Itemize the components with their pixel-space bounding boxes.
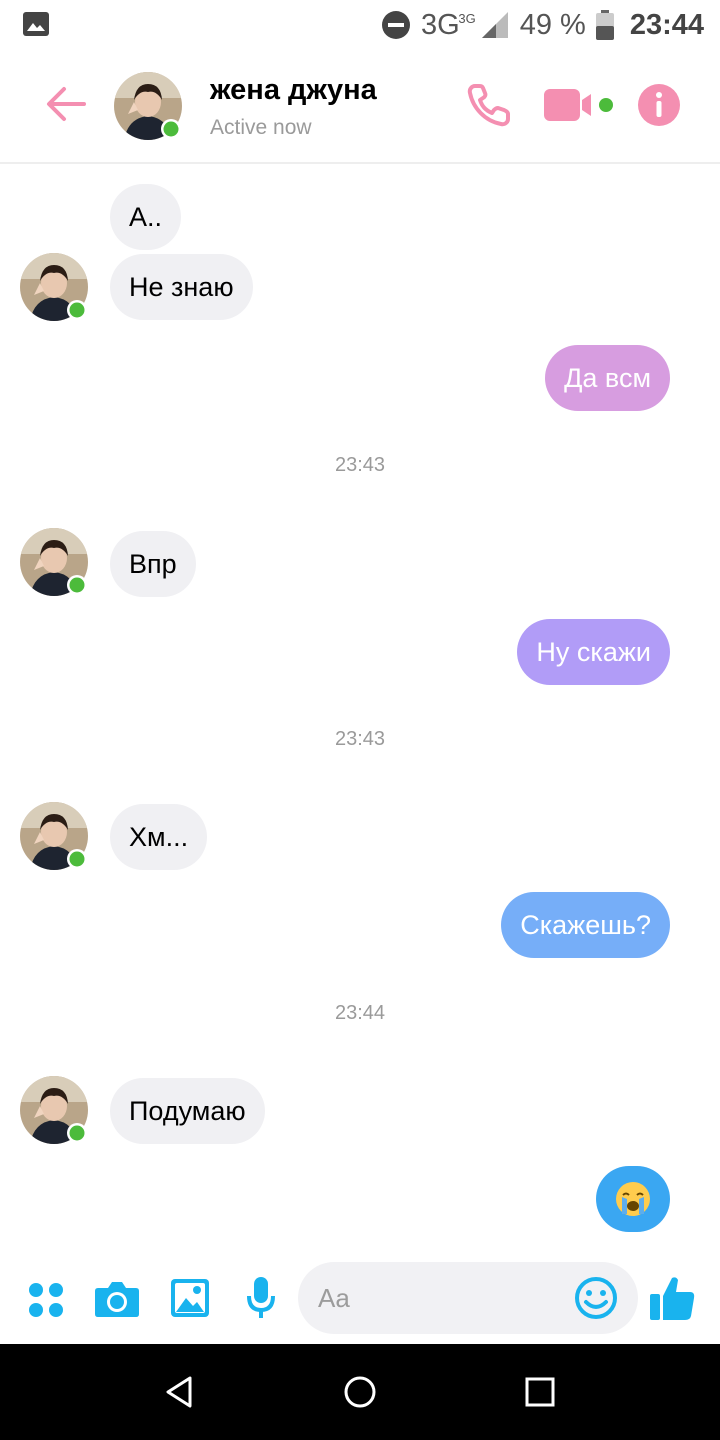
crying-face-emoji-icon: [616, 1182, 650, 1216]
incoming-message[interactable]: Хм...: [110, 804, 208, 870]
outgoing-message[interactable]: Ну скажи: [517, 619, 670, 685]
contact-avatar[interactable]: [20, 528, 88, 596]
contact-name[interactable]: жена джуна: [210, 74, 377, 107]
network-type: 3G 3G: [421, 8, 476, 41]
contact-avatar[interactable]: [20, 802, 88, 870]
gallery-notification-icon: [23, 12, 49, 36]
conversation-header: жена джуна Active now: [0, 50, 720, 164]
back-arrow-icon[interactable]: [44, 82, 88, 126]
active-status: Active now: [210, 116, 312, 139]
battery-percent: 49 %: [519, 8, 586, 41]
message-composer: [0, 1256, 720, 1344]
incoming-message[interactable]: Подумаю: [110, 1078, 265, 1144]
incoming-message[interactable]: А..: [110, 184, 182, 250]
timestamp: 23:43: [334, 728, 386, 750]
signal-icon: [481, 12, 508, 38]
timestamp: 23:43: [334, 454, 386, 476]
battery-icon: [595, 10, 614, 40]
system-navigation-bar: [0, 1344, 720, 1440]
status-right: 3G 3G 49 % 23:44: [381, 6, 704, 44]
microphone-icon[interactable]: [246, 1276, 276, 1320]
back-nav-icon[interactable]: [162, 1374, 198, 1410]
contact-avatar[interactable]: [20, 1076, 88, 1144]
phone-icon[interactable]: [466, 82, 512, 128]
camera-icon[interactable]: [94, 1278, 140, 1318]
outgoing-emoji-message[interactable]: [596, 1166, 670, 1232]
message-input[interactable]: [318, 1262, 568, 1334]
home-nav-icon[interactable]: [342, 1374, 378, 1410]
outgoing-message[interactable]: Скажешь?: [501, 892, 670, 958]
gallery-icon[interactable]: [170, 1278, 210, 1318]
info-icon[interactable]: [638, 84, 680, 126]
more-apps-icon[interactable]: [28, 1282, 64, 1318]
incoming-message[interactable]: Не знаю: [110, 254, 253, 320]
video-call-icon[interactable]: [544, 86, 614, 124]
clock: 23:44: [629, 8, 704, 41]
thumbs-up-icon[interactable]: [648, 1274, 696, 1322]
do-not-disturb-icon: [382, 11, 411, 39]
recents-nav-icon[interactable]: [522, 1374, 558, 1410]
contact-avatar[interactable]: [20, 253, 88, 321]
timestamp: 23:44: [334, 1002, 386, 1024]
contact-avatar[interactable]: [114, 72, 182, 140]
status-bar: 3G 3G 49 % 23:44: [0, 0, 720, 50]
outgoing-message[interactable]: Да всм: [545, 345, 670, 411]
message-input-box[interactable]: [298, 1262, 638, 1334]
incoming-message[interactable]: Впр: [110, 531, 196, 597]
emoji-icon[interactable]: [574, 1276, 618, 1320]
